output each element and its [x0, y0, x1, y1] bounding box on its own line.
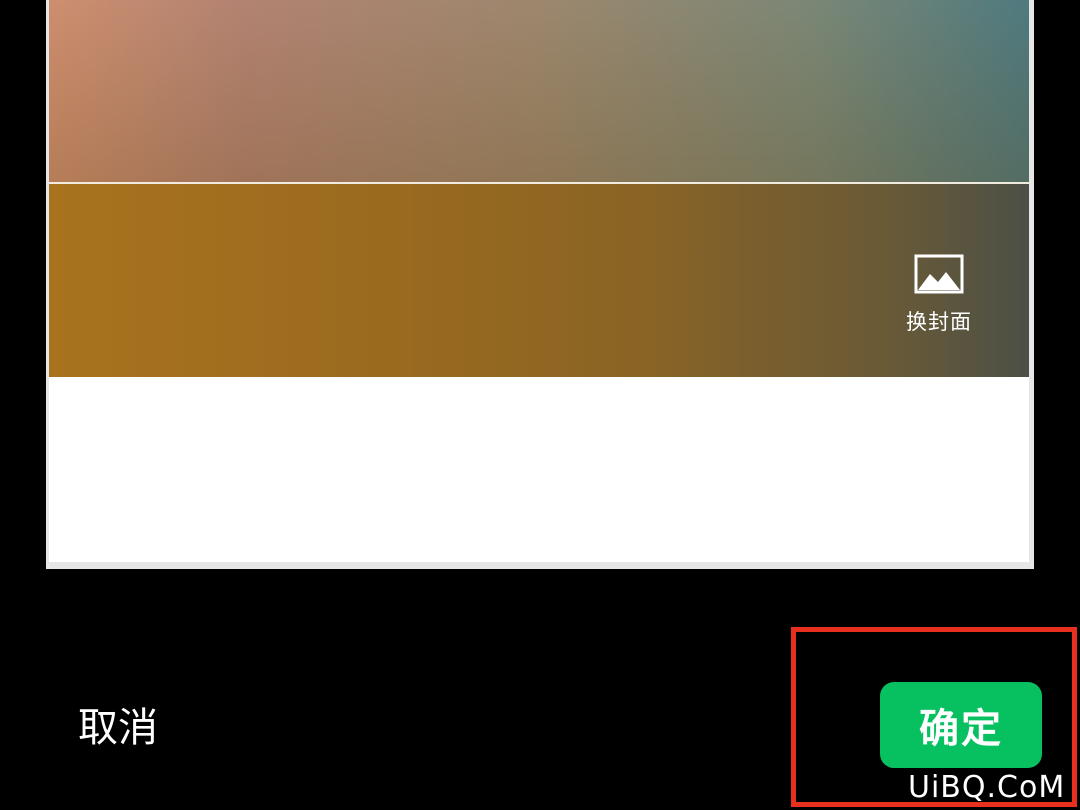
cover-image-top — [49, 0, 1029, 182]
change-cover-button[interactable]: 换封面 — [901, 254, 977, 336]
image-icon — [914, 254, 964, 294]
change-cover-label: 换封面 — [906, 310, 972, 334]
cover-image-bottom — [49, 184, 1029, 377]
cancel-button[interactable]: 取消 — [78, 700, 158, 756]
cover-preview: 换封面 — [49, 0, 1029, 562]
cover-preview-card: 换封面 — [46, 0, 1034, 569]
watermark: UiBQ.CoM — [908, 770, 1066, 805]
confirm-button[interactable]: 确定 — [880, 682, 1042, 768]
